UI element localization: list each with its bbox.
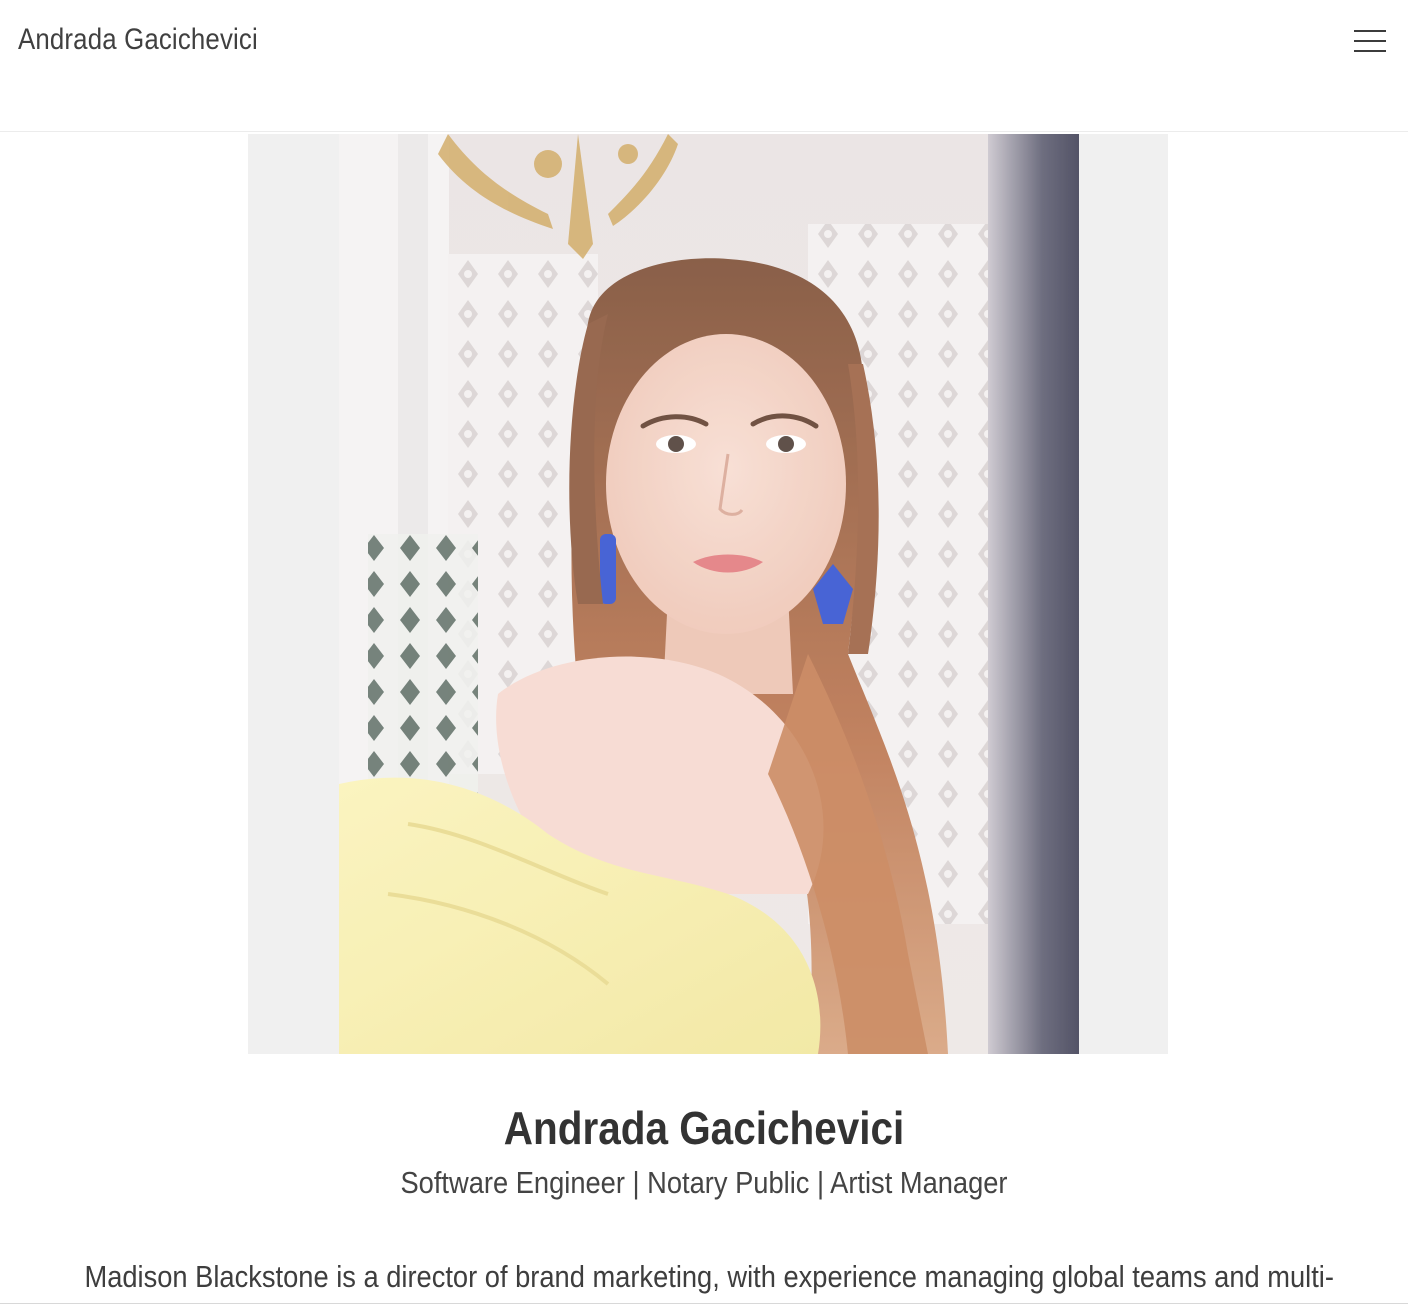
profile-bio: Madison Blackstone is a director of bran… bbox=[84, 1259, 1334, 1294]
menu-bar-top bbox=[1354, 30, 1386, 32]
site-header: Andrada Gacichevici bbox=[0, 0, 1408, 132]
profile-photo-illustration bbox=[339, 134, 1079, 1054]
hamburger-menu-icon[interactable] bbox=[1354, 28, 1386, 54]
profile-photo bbox=[248, 134, 1168, 1054]
menu-bar-middle bbox=[1354, 40, 1386, 42]
menu-bar-bottom bbox=[1354, 50, 1386, 52]
profile-subtitle: Software Engineer | Notary Public | Arti… bbox=[400, 1165, 1008, 1200]
profile-name: Andrada Gacichevici bbox=[503, 1102, 905, 1154]
viewport-bottom-divider bbox=[0, 1303, 1408, 1304]
site-title[interactable]: Andrada Gacichevici bbox=[18, 20, 258, 60]
